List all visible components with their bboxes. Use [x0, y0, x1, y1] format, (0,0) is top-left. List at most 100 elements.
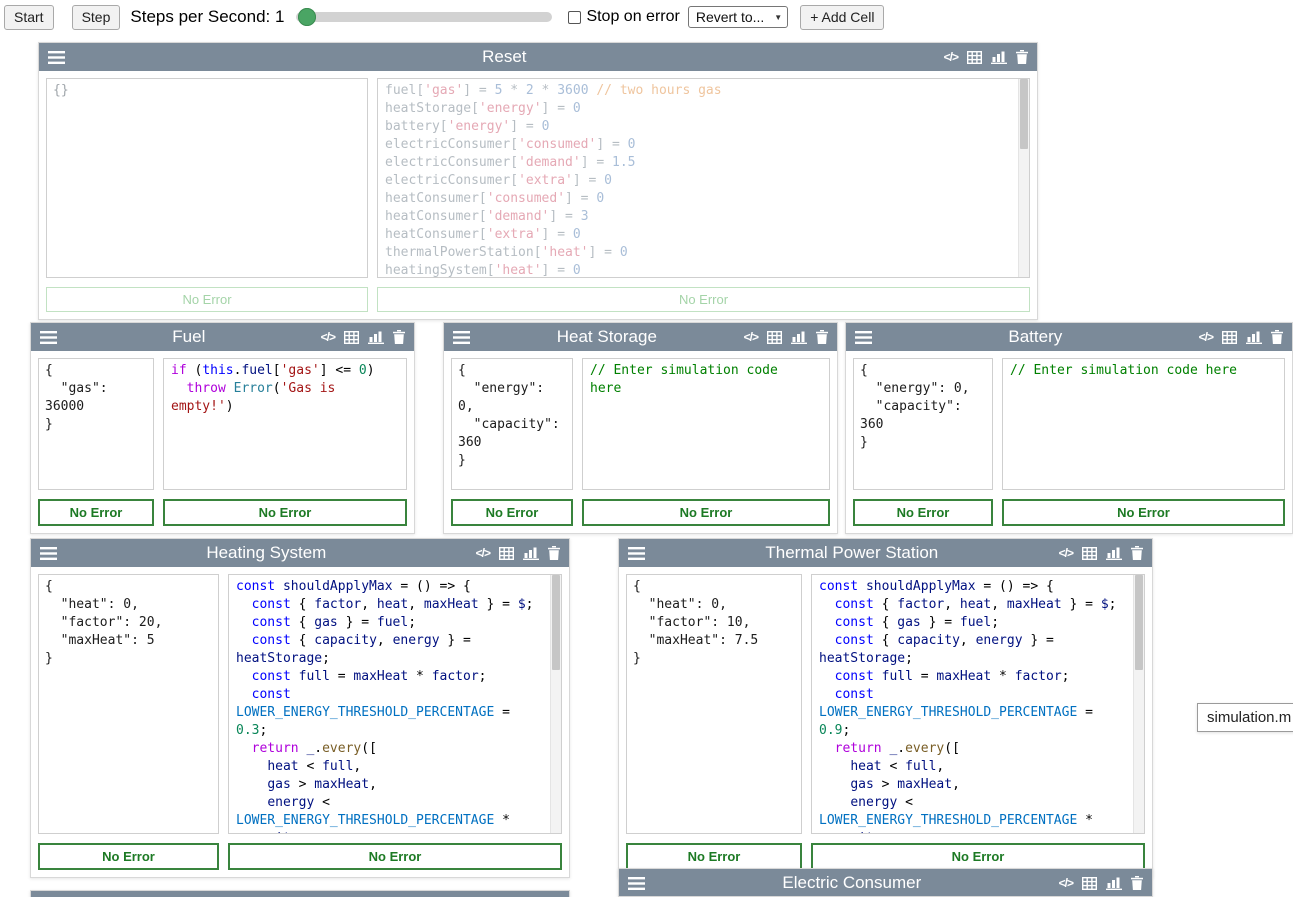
delete-cell-icon[interactable]	[816, 330, 828, 344]
revert-dropdown[interactable]: Revert to... ▼	[688, 6, 788, 28]
menu-icon[interactable]	[48, 51, 65, 64]
cell-body: { "energy": 0, "capacity": 360 } // Ente…	[444, 351, 837, 490]
cell-heating-system: Heating System </> { "heat": 0, "factor"…	[30, 538, 570, 878]
table-view-icon[interactable]	[967, 51, 982, 64]
scrollbar[interactable]	[1018, 79, 1029, 277]
table-view-icon[interactable]	[499, 547, 514, 560]
cell-battery-header: Battery </>	[846, 323, 1292, 351]
cell-body: { "heat": 0, "factor": 10, "maxHeat": 7.…	[619, 567, 1152, 834]
cell-reset-header: Reset </>	[39, 43, 1037, 71]
menu-icon[interactable]	[628, 547, 645, 560]
toolbar: Start Step Steps per Second: 1 Stop on e…	[0, 0, 1293, 34]
chart-view-icon[interactable]	[991, 51, 1007, 64]
revert-dropdown-value: Revert to...	[696, 9, 764, 25]
cell-body: { "heat": 0, "factor": 20, "maxHeat": 5 …	[31, 567, 569, 834]
chevron-down-icon: ▼	[774, 13, 782, 22]
code-editor[interactable]: // Enter simulation code here	[1002, 358, 1285, 490]
status-row: No Error No Error	[31, 490, 414, 533]
status-row: No Error No Error	[846, 490, 1292, 533]
cell-heating-system-header: Heating System </>	[31, 539, 569, 567]
table-view-icon[interactable]	[1082, 877, 1097, 890]
table-view-icon[interactable]	[344, 331, 359, 344]
state-editor[interactable]: { "heat": 0, "factor": 20, "maxHeat": 5 …	[38, 574, 219, 834]
cell-title: Thermal Power Station	[654, 539, 1050, 567]
code-editor[interactable]: // Enter simulation code here	[582, 358, 830, 490]
cell-body: {} fuel['gas'] = 5 * 2 * 3600 // two hou…	[39, 71, 1037, 278]
code-status: No Error	[377, 287, 1030, 312]
state-editor[interactable]: { "heat": 0, "factor": 10, "maxHeat": 7.…	[626, 574, 802, 834]
state-status: No Error	[38, 499, 154, 526]
code-status: No Error	[163, 499, 407, 526]
chart-view-icon[interactable]	[368, 331, 384, 344]
chart-view-icon[interactable]	[523, 547, 539, 560]
state-status: No Error	[38, 843, 219, 870]
delete-cell-icon[interactable]	[1271, 330, 1283, 344]
cell-title: Fuel	[66, 323, 312, 351]
table-view-icon[interactable]	[1082, 547, 1097, 560]
code-status: No Error	[1002, 499, 1285, 526]
cell-title: Heat Storage	[479, 323, 735, 351]
stop-on-error-checkbox[interactable]	[568, 11, 581, 24]
status-row: No Error No Error	[39, 278, 1037, 319]
cell-fuel-header: Fuel </>	[31, 323, 414, 351]
code-text: const shouldApplyMax = () => { const { f…	[229, 575, 561, 834]
scrollbar[interactable]	[1133, 575, 1144, 833]
code-status: No Error	[228, 843, 562, 870]
add-cell-button[interactable]: + Add Cell	[800, 5, 884, 30]
chart-view-icon[interactable]	[1106, 877, 1122, 890]
delete-cell-icon[interactable]	[548, 546, 560, 560]
cell-heat-storage: Heat Storage </> { "energy": 0, "capacit…	[443, 322, 838, 534]
chart-view-icon[interactable]	[1246, 331, 1262, 344]
code-view-icon[interactable]: </>	[1199, 330, 1213, 344]
menu-icon[interactable]	[40, 547, 57, 560]
code-editor[interactable]: if (this.fuel['gas'] <= 0) throw Error('…	[163, 358, 407, 490]
code-view-icon[interactable]: </>	[944, 50, 958, 64]
slider-track[interactable]	[296, 12, 552, 22]
table-view-icon[interactable]	[767, 331, 782, 344]
menu-icon[interactable]	[855, 331, 872, 344]
steps-per-second-label: Steps per Second: 1	[130, 7, 284, 27]
cell-electric-consumer: Electric Consumer </>	[618, 868, 1153, 897]
code-editor[interactable]: const shouldApplyMax = () => { const { f…	[811, 574, 1145, 834]
state-status: No Error	[46, 287, 368, 312]
cell-electric-consumer-header: Electric Consumer </>	[619, 869, 1152, 897]
code-status: No Error	[582, 499, 830, 526]
chart-view-icon[interactable]	[1106, 547, 1122, 560]
delete-cell-icon[interactable]	[1131, 876, 1143, 890]
step-button[interactable]: Step	[72, 5, 121, 30]
delete-cell-icon[interactable]	[1016, 50, 1028, 64]
code-text: if (this.fuel['gas'] <= 0) throw Error('…	[164, 359, 406, 419]
status-row: No Error No Error	[31, 834, 569, 877]
state-editor[interactable]: {}	[46, 78, 368, 278]
code-status: No Error	[811, 843, 1145, 870]
cell-title: Heating System	[66, 539, 467, 567]
code-editor[interactable]: const shouldApplyMax = () => { const { f…	[228, 574, 562, 834]
state-editor[interactable]: { "energy": 0, "capacity": 360 }	[853, 358, 993, 490]
menu-icon[interactable]	[628, 877, 645, 890]
code-view-icon[interactable]: </>	[1059, 876, 1073, 890]
code-view-icon[interactable]: </>	[476, 546, 490, 560]
steps-per-second-slider[interactable]	[296, 8, 552, 26]
cell-body: { "gas": 36000 } if (this.fuel['gas'] <=…	[31, 351, 414, 490]
delete-cell-icon[interactable]	[393, 330, 405, 344]
cell-thermal-power-station: Thermal Power Station </> { "heat": 0, "…	[618, 538, 1153, 878]
chart-view-icon[interactable]	[791, 331, 807, 344]
scrollbar[interactable]	[550, 575, 561, 833]
cell-title: Reset	[74, 43, 935, 71]
code-view-icon[interactable]: </>	[1059, 546, 1073, 560]
code-text: fuel['gas'] = 5 * 2 * 3600 // two hours …	[378, 79, 1029, 278]
code-view-icon[interactable]: </>	[744, 330, 758, 344]
slider-thumb[interactable]	[298, 8, 316, 26]
table-view-icon[interactable]	[1222, 331, 1237, 344]
state-status: No Error	[853, 499, 993, 526]
cell-heat-storage-header: Heat Storage </>	[444, 323, 837, 351]
delete-cell-icon[interactable]	[1131, 546, 1143, 560]
menu-icon[interactable]	[453, 331, 470, 344]
state-editor[interactable]: { "gas": 36000 }	[38, 358, 154, 490]
filename-tooltip: simulation.m	[1197, 703, 1293, 732]
code-view-icon[interactable]: </>	[321, 330, 335, 344]
start-button[interactable]: Start	[4, 5, 54, 30]
code-editor[interactable]: fuel['gas'] = 5 * 2 * 3600 // two hours …	[377, 78, 1030, 278]
state-editor[interactable]: { "energy": 0, "capacity": 360 }	[451, 358, 573, 490]
menu-icon[interactable]	[40, 331, 57, 344]
